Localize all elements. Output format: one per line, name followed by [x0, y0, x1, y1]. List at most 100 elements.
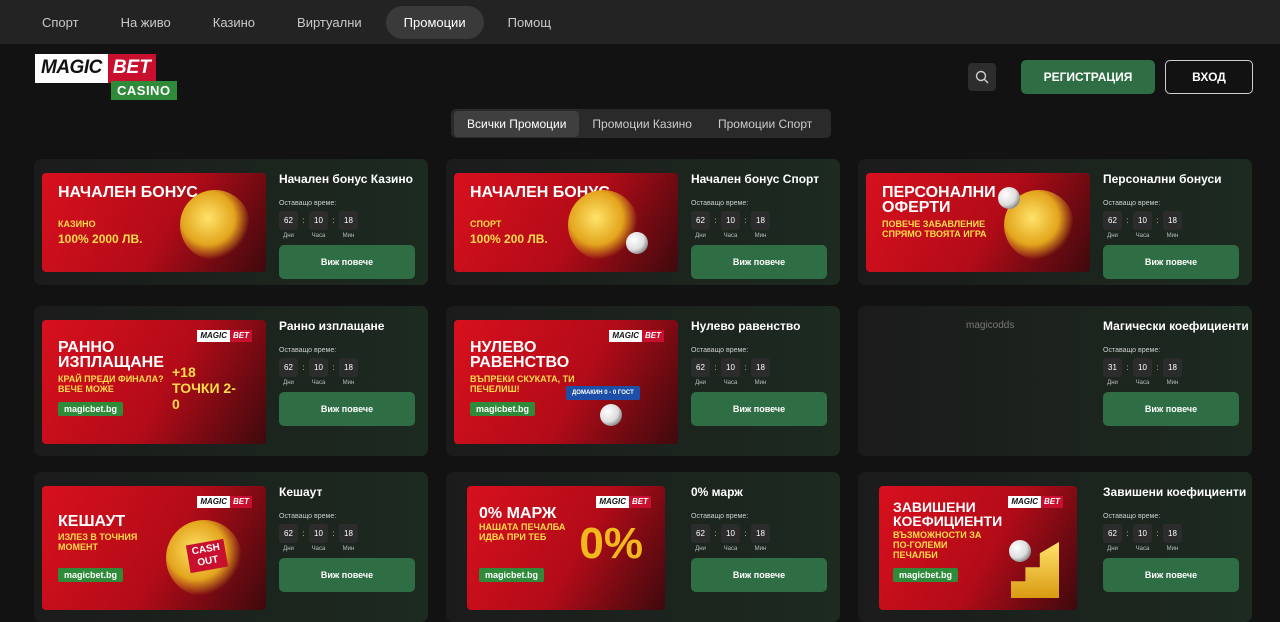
- timer-minutes-unit: Мин: [754, 546, 767, 552]
- banner-subtitle: ВЪЗМОЖНОСТИ ЗА ПО-ГОЛЕМИ ПЕЧАЛБИ: [893, 530, 982, 560]
- see-more-button[interactable]: Виж повече: [691, 558, 827, 592]
- see-more-button[interactable]: Виж повече: [279, 558, 415, 592]
- timer-days-unit: Дни: [1107, 233, 1118, 239]
- see-more-button[interactable]: Виж повече: [1103, 558, 1239, 592]
- football-icon: [998, 187, 1020, 209]
- promo-title: Магически коефициенти: [1103, 319, 1249, 333]
- broken-image-icon[interactable]: magicodds: [966, 320, 1014, 331]
- timer-hours: 10: [721, 358, 740, 377]
- nav-live[interactable]: На живо: [103, 6, 189, 39]
- nav-sport[interactable]: Спорт: [24, 6, 97, 39]
- banner-site: magicbet.bg: [479, 568, 545, 582]
- nav-help[interactable]: Помощ: [490, 6, 569, 39]
- timer-hours: 10: [309, 524, 328, 543]
- banner-amount: 100% 200 ЛВ.: [470, 232, 548, 246]
- login-button[interactable]: ВХОД: [1165, 60, 1253, 94]
- nav-casino[interactable]: Казино: [195, 6, 273, 39]
- timer-hours-unit: Часа: [311, 233, 326, 239]
- timer-minutes-unit: Мин: [1166, 546, 1179, 552]
- timer-hours: 10: [1133, 358, 1152, 377]
- timer-days: 62: [691, 211, 710, 230]
- see-more-button[interactable]: Виж повече: [279, 245, 415, 279]
- timer-days: 62: [279, 211, 298, 230]
- search-button[interactable]: [968, 63, 996, 91]
- site-logo[interactable]: MAGIC BET CASINO: [35, 54, 181, 100]
- timer-hours: 10: [309, 211, 328, 230]
- zero-percent-graphic: 0%: [579, 519, 643, 568]
- promo-card: MAGIC BET КЕШАУТ ИЗЛЕЗ В ТОЧНИЯ МОМЕНТ CA…: [34, 472, 428, 622]
- banner-subtitle: НАШАТА ПЕЧАЛБА ИДВА ПРИ ТЕБ: [479, 522, 566, 542]
- football-icon: [626, 232, 648, 254]
- timer-minutes: 18: [339, 211, 358, 230]
- banner-scoreboard: ДОМАКИН 0 - 0 ГОСТ: [566, 386, 640, 400]
- promo-title: Начален бонус Казино: [279, 172, 413, 186]
- promo-banner-image[interactable]: MAGIC BET КЕШАУТ ИЗЛЕЗ В ТОЧНИЯ МОМЕНТ CA…: [42, 486, 266, 610]
- banner-amount: 100% 2000 ЛВ.: [58, 232, 143, 246]
- timer-hours-unit: Часа: [723, 233, 738, 239]
- timer-hours-unit: Часа: [723, 380, 738, 386]
- timer-minutes-unit: Мин: [342, 380, 355, 386]
- tab-casino-promotions[interactable]: Промоции Казино: [579, 111, 705, 137]
- timer-days-unit: Дни: [1107, 380, 1118, 386]
- timer-days: 62: [1103, 524, 1122, 543]
- timer-minutes: 18: [751, 524, 770, 543]
- banner-site: magicbet.bg: [470, 402, 536, 416]
- logo-magic: MAGIC: [35, 54, 108, 83]
- timer-minutes-unit: Мин: [1166, 380, 1179, 386]
- timer-hours: 10: [1133, 524, 1152, 543]
- countdown-timer: 62 Дни : 10 Часа : 18 Мин: [279, 211, 419, 239]
- timer-hours: 10: [309, 358, 328, 377]
- timer-days-unit: Дни: [283, 546, 294, 552]
- promo-banner-image[interactable]: MAGIC BET НУЛЕВО РАВЕНСТВО ВЪПРЕКИ СКУКАТ…: [454, 320, 678, 444]
- timer-minutes: 18: [751, 358, 770, 377]
- promo-title: Персонални бонуси: [1103, 172, 1222, 186]
- promo-banner-image[interactable]: ПЕРСОНАЛНИ ОФЕРТИ ПОВЕЧЕ ЗАБАВЛЕНИЕ СПРЯ…: [866, 173, 1090, 272]
- promo-card: MAGIC BET РАННО ИЗПЛАЩАНЕ КРАЙ ПРЕДИ ФИНА…: [34, 306, 428, 456]
- timer-days-unit: Дни: [695, 546, 706, 552]
- tab-all-promotions[interactable]: Всички Промоции: [454, 110, 580, 137]
- timer-minutes: 18: [339, 524, 358, 543]
- see-more-button[interactable]: Виж повече: [1103, 245, 1239, 279]
- nav-promotions[interactable]: Промоции: [385, 5, 484, 39]
- banner-logo-magic: MAGIC: [197, 496, 230, 508]
- banner-score: +18 ТОЧКИ 2-0: [172, 364, 236, 412]
- timer-days: 62: [1103, 211, 1122, 230]
- banner-subtitle: ИЗЛЕЗ В ТОЧНИЯ МОМЕНТ: [58, 532, 138, 552]
- see-more-button[interactable]: Виж повече: [1103, 392, 1239, 426]
- register-button[interactable]: РЕГИСТРАЦИЯ: [1021, 60, 1155, 94]
- timer-minutes-unit: Мин: [342, 546, 355, 552]
- promo-banner-image[interactable]: НАЧАЛЕН БОНУС СПОРТ 100% 200 ЛВ.: [454, 173, 678, 272]
- nav-virtual[interactable]: Виртуални: [279, 6, 380, 39]
- countdown-timer: 62 Дни : 10 Часа : 18 Мин: [691, 524, 831, 552]
- timer-days-unit: Дни: [283, 380, 294, 386]
- football-icon: [1009, 540, 1031, 562]
- banner-title: ЗАВИШЕНИ КОЕФИЦИЕНТИ: [893, 499, 1003, 529]
- see-more-button[interactable]: Виж повече: [691, 392, 827, 426]
- timer-minutes: 18: [1163, 524, 1182, 543]
- remaining-time-label: Оставащо време:: [1103, 200, 1161, 207]
- timer-days-unit: Дни: [1107, 546, 1118, 552]
- tab-sport-promotions[interactable]: Промоции Спорт: [705, 111, 825, 137]
- countdown-timer: 62 Дни : 10 Часа : 18 Мин: [1103, 211, 1243, 239]
- timer-hours-unit: Часа: [1135, 233, 1150, 239]
- remaining-time-label: Оставащо време:: [691, 347, 749, 354]
- promo-title: Ранно изплащане: [279, 319, 385, 333]
- remaining-time-label: Оставащо време:: [691, 513, 749, 520]
- timer-minutes-unit: Мин: [342, 233, 355, 239]
- promo-banner-image[interactable]: MAGIC BET 0% МАРЖ НАШАТА ПЕЧАЛБА ИДВА ПРИ…: [467, 486, 665, 610]
- remaining-time-label: Оставащо време:: [279, 347, 337, 354]
- remaining-time-label: Оставащо време:: [279, 200, 337, 207]
- banner-subtitle: ПОВЕЧЕ ЗАБАВЛЕНИЕ СПРЯМО ТВОЯТА ИГРА: [882, 219, 987, 239]
- timer-hours: 10: [721, 524, 740, 543]
- timer-minutes: 18: [1163, 358, 1182, 377]
- promo-banner-image[interactable]: MAGIC BET РАННО ИЗПЛАЩАНЕ КРАЙ ПРЕДИ ФИНА…: [42, 320, 266, 444]
- promo-card: НАЧАЛЕН БОНУС СПОРТ 100% 200 ЛВ. Начален…: [446, 159, 840, 285]
- promo-banner-image[interactable]: MAGIC BET ЗАВИШЕНИ КОЕФИЦИЕНТИ ВЪЗМОЖНОСТ…: [879, 486, 1077, 610]
- timer-days: 62: [279, 358, 298, 377]
- promo-banner-image[interactable]: НАЧАЛЕН БОНУС КАЗИНО 100% 2000 ЛВ.: [42, 173, 266, 272]
- see-more-button[interactable]: Виж повече: [279, 392, 415, 426]
- see-more-button[interactable]: Виж повече: [691, 245, 827, 279]
- timer-days: 62: [691, 358, 710, 377]
- countdown-timer: 62 Дни : 10 Часа : 18 Мин: [691, 358, 831, 386]
- timer-hours-unit: Часа: [1135, 380, 1150, 386]
